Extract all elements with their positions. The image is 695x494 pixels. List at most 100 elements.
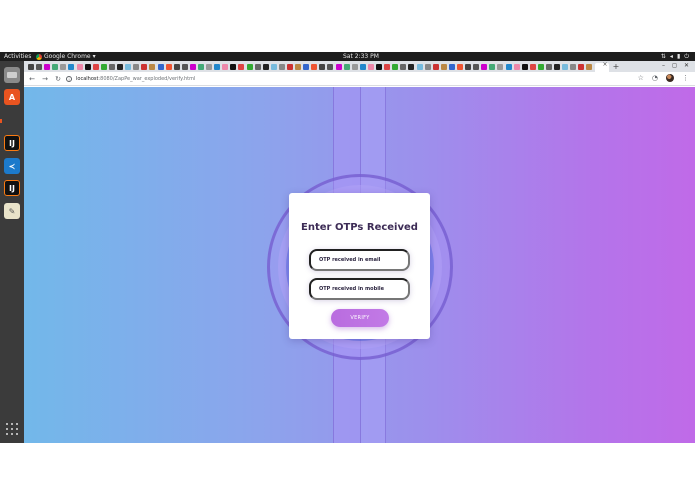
browser-tab[interactable] (456, 63, 463, 70)
vscode-icon[interactable]: ≺ (4, 158, 20, 174)
browser-tab[interactable] (570, 63, 577, 70)
browser-tab[interactable] (100, 63, 107, 70)
browser-tab[interactable] (351, 63, 358, 70)
browser-tab[interactable] (117, 63, 124, 70)
browser-tab[interactable] (76, 63, 83, 70)
close-icon[interactable]: ✕ (684, 62, 689, 69)
browser-tab[interactable] (513, 63, 520, 70)
intellij-icon[interactable]: IJ (4, 180, 20, 196)
browser-tab[interactable] (481, 63, 488, 70)
browser-tab[interactable] (359, 63, 366, 70)
browser-tab[interactable] (521, 63, 528, 70)
browser-tab[interactable] (125, 63, 132, 70)
files-icon[interactable] (4, 67, 20, 83)
browser-tab[interactable] (189, 63, 196, 70)
browser-tab[interactable] (546, 63, 552, 70)
browser-tab[interactable] (400, 63, 407, 70)
tab-strip: + (24, 61, 695, 72)
intellij-icon[interactable]: IJ (4, 135, 20, 151)
active-browser-tab[interactable] (594, 61, 609, 72)
app-grid-icon[interactable] (6, 423, 18, 435)
browser-tab[interactable] (424, 63, 431, 70)
browser-tab[interactable] (28, 63, 34, 70)
browser-tab[interactable] (319, 63, 326, 70)
browser-tab[interactable] (173, 63, 180, 70)
browser-tab[interactable] (68, 63, 75, 70)
minimize-icon[interactable]: – (662, 62, 665, 69)
bookmark-star-icon[interactable]: ☆ (638, 74, 644, 82)
system-tray[interactable]: ⇅ ◂ ▮ ⏻ (661, 52, 689, 61)
email-otp-field[interactable] (309, 249, 410, 271)
browser-tab[interactable] (448, 63, 455, 70)
browser-tab[interactable] (36, 63, 43, 70)
browser-tab[interactable] (181, 63, 188, 70)
browser-tab[interactable] (586, 63, 593, 70)
browser-tab[interactable] (133, 63, 140, 70)
browser-tab[interactable] (376, 63, 383, 70)
browser-tab[interactable] (92, 63, 99, 70)
browser-tab[interactable] (108, 63, 115, 70)
browser-tab[interactable] (270, 63, 277, 70)
browser-tab[interactable] (384, 63, 391, 70)
new-tab-button[interactable]: + (613, 62, 620, 71)
browser-tab[interactable] (465, 63, 472, 70)
browser-tab[interactable] (367, 63, 374, 70)
browser-tab[interactable] (392, 63, 399, 70)
browser-tab[interactable] (230, 63, 237, 70)
menu-icon[interactable]: ⋮ (682, 74, 689, 82)
address-bar[interactable]: i localhost :8080/ZapPe_war_exploded/ver… (66, 74, 636, 84)
browser-tab[interactable] (44, 63, 51, 70)
browser-tab[interactable] (440, 63, 447, 70)
browser-tab[interactable] (408, 63, 415, 70)
browser-tab[interactable] (295, 63, 302, 70)
reload-icon[interactable]: ↻ (53, 74, 63, 84)
browser-tab[interactable] (149, 63, 156, 70)
browser-tab[interactable] (262, 63, 269, 70)
browser-tab[interactable] (505, 63, 512, 70)
browser-tab[interactable] (562, 63, 569, 70)
browser-tab[interactable] (52, 63, 59, 70)
browser-tab[interactable] (416, 63, 423, 70)
browser-tab[interactable] (246, 63, 253, 70)
verify-button[interactable]: VERIFY (331, 309, 389, 327)
browser-tab[interactable] (206, 63, 213, 70)
browser-tab[interactable] (165, 63, 172, 70)
browser-tab[interactable] (335, 63, 342, 70)
avatar[interactable] (666, 74, 674, 82)
browser-tab[interactable] (343, 63, 350, 70)
browser-tab[interactable] (197, 63, 204, 70)
browser-tab[interactable] (432, 63, 439, 70)
browser-tab[interactable] (254, 63, 261, 70)
forward-icon[interactable]: → (40, 74, 50, 84)
mobile-otp-field[interactable] (309, 278, 410, 300)
browser-tab[interactable] (141, 63, 148, 70)
back-icon[interactable]: ← (27, 74, 37, 84)
browser-tab[interactable] (238, 63, 245, 70)
browser-tab[interactable] (157, 63, 164, 70)
maximize-icon[interactable]: ◻ (672, 62, 677, 69)
browser-tab[interactable] (60, 63, 67, 70)
browser-tab[interactable] (578, 63, 585, 70)
browser-tab[interactable] (84, 63, 91, 70)
clock[interactable]: Sat 2:33 PM (343, 52, 379, 61)
browser-tab[interactable] (278, 63, 285, 70)
battery-icon: ▮ (676, 53, 681, 60)
browser-tab[interactable] (537, 63, 544, 70)
browser-tab[interactable] (303, 63, 310, 70)
browser-tab[interactable] (222, 63, 229, 70)
browser-tab[interactable] (497, 63, 504, 70)
browser-tab[interactable] (554, 63, 561, 70)
browser-tab[interactable] (327, 63, 334, 70)
software-center-icon[interactable]: A (4, 89, 20, 105)
browser-tab[interactable] (287, 63, 293, 70)
extension-icon[interactable]: ◔ (652, 74, 658, 82)
browser-tab[interactable] (489, 63, 496, 70)
text-editor-icon[interactable]: ✎ (4, 203, 20, 219)
activities-button[interactable]: Activities (4, 52, 31, 61)
browser-tab[interactable] (529, 63, 536, 70)
info-icon[interactable]: i (66, 76, 72, 82)
browser-tab[interactable] (473, 63, 480, 70)
browser-tab[interactable] (311, 63, 318, 70)
browser-tab[interactable] (214, 63, 221, 70)
app-menu[interactable]: Google Chrome ▾ (36, 52, 96, 61)
